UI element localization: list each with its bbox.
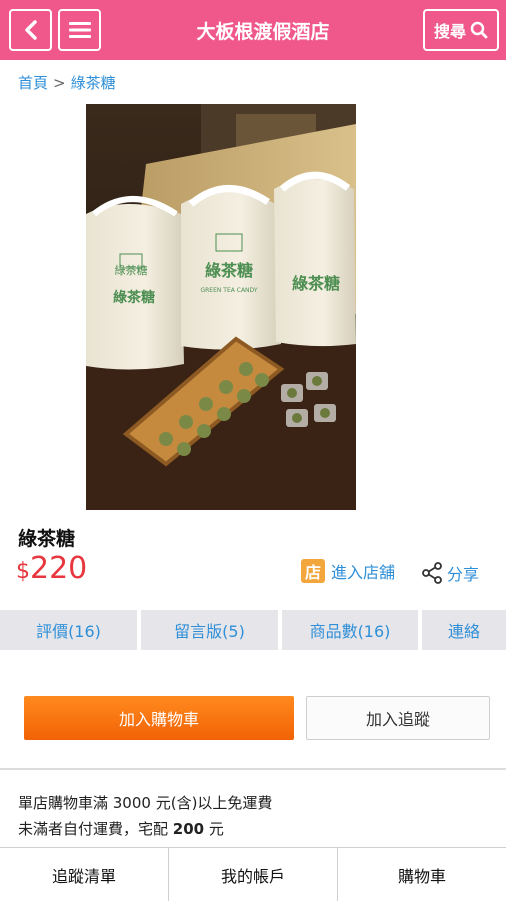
enter-store-link[interactable]: 店 進入店舖 — [301, 559, 395, 583]
share-button[interactable]: 分享 — [421, 561, 479, 585]
product-image[interactable]: 綠茶糖 綠茶糖 綠茶糖 GREEN TEA CANDY 綠茶糖 — [86, 104, 356, 510]
store-icon: 店 — [301, 559, 325, 583]
app-header: 大板根渡假酒店 搜尋 — [0, 0, 506, 60]
breadcrumb-home[interactable]: 首頁 — [18, 74, 48, 92]
product-name: 綠茶糖 — [18, 528, 76, 550]
share-icon — [422, 562, 442, 584]
shipping-line-2-prefix: 未滿者自付運費，宅配 — [18, 820, 173, 838]
share-label: 分享 — [447, 565, 480, 584]
search-icon — [470, 21, 488, 39]
add-to-cart-button[interactable]: 加入購物車 — [24, 696, 294, 740]
bag-label-right: 綠茶糖 — [292, 274, 340, 293]
menu-button[interactable] — [58, 9, 101, 51]
shipping-line-2-suffix: 元 — [204, 820, 224, 838]
bag-label-center: 綠茶糖 — [205, 261, 253, 280]
breadcrumb: 首頁 > 綠茶糖 — [18, 72, 116, 93]
chevron-left-icon — [24, 20, 37, 40]
add-to-tracking-button[interactable]: 加入追蹤 — [306, 696, 490, 740]
divider — [0, 768, 506, 770]
search-label: 搜尋 — [433, 22, 466, 41]
product-price: $220 — [16, 551, 87, 586]
product-tabs: 評價(16) 留言版(5) 商品數(16) 連絡 — [0, 610, 506, 650]
enter-store-label: 進入店舖 — [331, 563, 396, 582]
nav-cart[interactable]: 購物車 — [338, 848, 506, 901]
shipping-info: 單店購物車滿 3000 元(含)以上免運費 未滿者自付運費，宅配 200 元 — [18, 790, 272, 842]
back-button[interactable] — [9, 9, 52, 51]
bag-label: 綠茶糖 — [113, 289, 155, 306]
breadcrumb-current[interactable]: 綠茶糖 — [71, 74, 116, 92]
page-title: 大板根渡假酒店 — [196, 20, 330, 43]
price-value: 220 — [30, 551, 88, 586]
shipping-line-1: 單店購物車滿 3000 元(含)以上免運費 — [18, 794, 273, 812]
breadcrumb-separator: > — [53, 74, 66, 92]
svg-text:綠茶糖: 綠茶糖 — [115, 263, 148, 277]
nav-tracking-list[interactable]: 追蹤清單 — [0, 848, 168, 901]
nav-my-account[interactable]: 我的帳戶 — [169, 848, 337, 901]
shipping-line-2: 未滿者自付運費，宅配 200 元 — [18, 816, 272, 842]
search-button[interactable]: 搜尋 — [423, 9, 499, 51]
hamburger-menu-icon — [68, 22, 91, 38]
tab-contact[interactable]: 連絡 — [422, 610, 506, 650]
bag-sublabel: GREEN TEA CANDY — [200, 287, 257, 294]
product-photo: 綠茶糖 綠茶糖 綠茶糖 GREEN TEA CANDY 綠茶糖 — [86, 104, 356, 510]
tab-product-count[interactable]: 商品數(16) — [282, 610, 418, 650]
shipping-fee: 200 — [172, 820, 205, 838]
bottom-nav: 追蹤清單 我的帳戶 購物車 — [0, 847, 506, 901]
tab-reviews[interactable]: 評價(16) — [0, 610, 137, 650]
price-currency: $ — [16, 559, 30, 584]
tab-message-board[interactable]: 留言版(5) — [141, 610, 278, 650]
